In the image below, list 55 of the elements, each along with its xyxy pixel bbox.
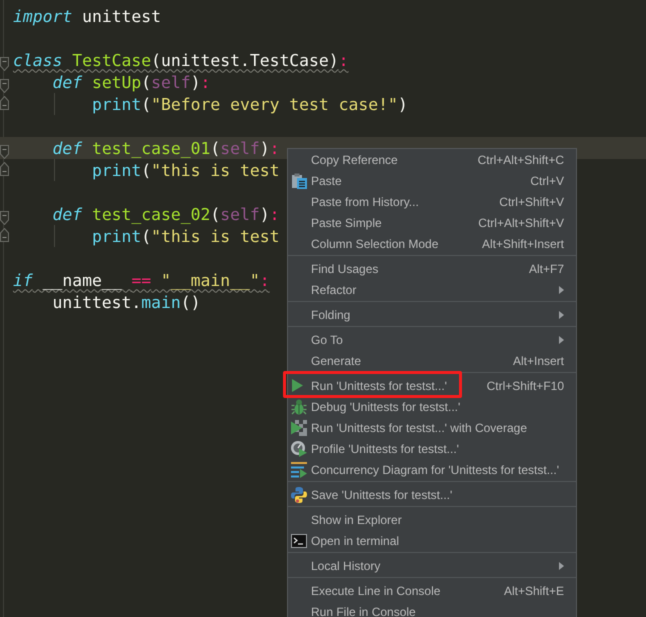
menu-item[interactable]: Generate Alt+Insert [288,350,576,371]
shortcut-text: Alt+Insert [512,354,564,368]
menu-item[interactable]: Column Selection Mode Alt+Shift+Insert [288,233,576,254]
menu-item[interactable]: Folding [288,304,576,325]
fold-icon[interactable] [0,96,9,110]
menu-item[interactable]: Run File in Console [288,601,576,617]
menu-item[interactable]: Paste Simple Ctrl+Alt+Shift+V [288,212,576,233]
fold-icon[interactable] [0,79,9,93]
menu-item[interactable]: Paste Ctrl+V [288,170,576,191]
code-line: def test_case_02(self): [52,204,280,224]
menu-item[interactable]: Go To [288,329,576,350]
menu-item[interactable]: Find Usages Alt+F7 [288,258,576,279]
python-logo-icon [291,486,307,502]
menu-item[interactable]: Show in Explorer [288,509,576,530]
code-line: import unittest [13,6,162,26]
fold-icon[interactable] [0,162,9,176]
fold-icon[interactable] [0,228,9,242]
fold-icon[interactable] [0,57,9,71]
shortcut-text: Ctrl+Shift+F10 [486,378,564,392]
menu-item[interactable]: Copy Reference Ctrl+Alt+Shift+C [288,149,576,170]
shortcut-text: Alt+Shift+E [502,584,564,598]
shortcut-text: Alt+Shift+Insert [480,236,564,250]
fold-icon[interactable] [0,145,9,159]
gauge-play-icon [291,440,307,456]
menu-item[interactable]: Open in terminal [288,530,576,551]
bug-icon [291,398,307,414]
shortcut-text: Ctrl+V [529,174,564,188]
bars-play-icon [291,462,307,478]
shortcut-text: Ctrl+Alt+Shift+C [476,152,564,166]
code-line: def test_case_01(self): [52,138,280,158]
code-line: unittest.main() [52,292,201,312]
code-line: class TestCase(unittest.TestCase): [13,50,349,70]
play-icon [292,379,303,392]
code-line: print("Before every test case!") [92,94,408,114]
menu-item[interactable]: Execute Line in Console Alt+Shift+E [288,580,576,601]
menu-item[interactable]: Profile 'Unittests for testst...' [288,438,576,459]
menu-item[interactable]: Local History [288,555,576,576]
menu-item[interactable]: Save 'Unittests for testst...' [288,484,576,505]
menu-item[interactable]: Refactor [288,279,576,300]
code-line: print("this is test [92,226,280,246]
clipboard-icon [291,172,307,188]
terminal-icon [291,534,307,548]
checkered-play-icon [291,420,307,436]
shortcut-text: Ctrl+Alt+Shift+V [477,216,564,230]
menu-item[interactable]: Paste from History... Ctrl+Shift+V [288,191,576,212]
menu-item[interactable]: Run 'Unittests for testst...' with Coverage [288,417,576,438]
menu-item[interactable]: Run 'Unittests for testst...' Ctrl+Shift+F10 [288,375,576,396]
code-line: def setUp(self): [52,72,210,92]
code-line: print("this is test [92,160,280,180]
shortcut-text: Alt+F7 [528,262,564,276]
menu-item[interactable]: Concurrency Diagram for 'Unittests for testst...' [288,459,576,480]
fold-icon[interactable] [0,211,9,225]
menu-item[interactable]: Debug 'Unittests for testst...' [288,396,576,417]
shortcut-text: Ctrl+Shift+V [498,194,564,208]
code-line: if __name__ == "__main__": [13,270,270,290]
